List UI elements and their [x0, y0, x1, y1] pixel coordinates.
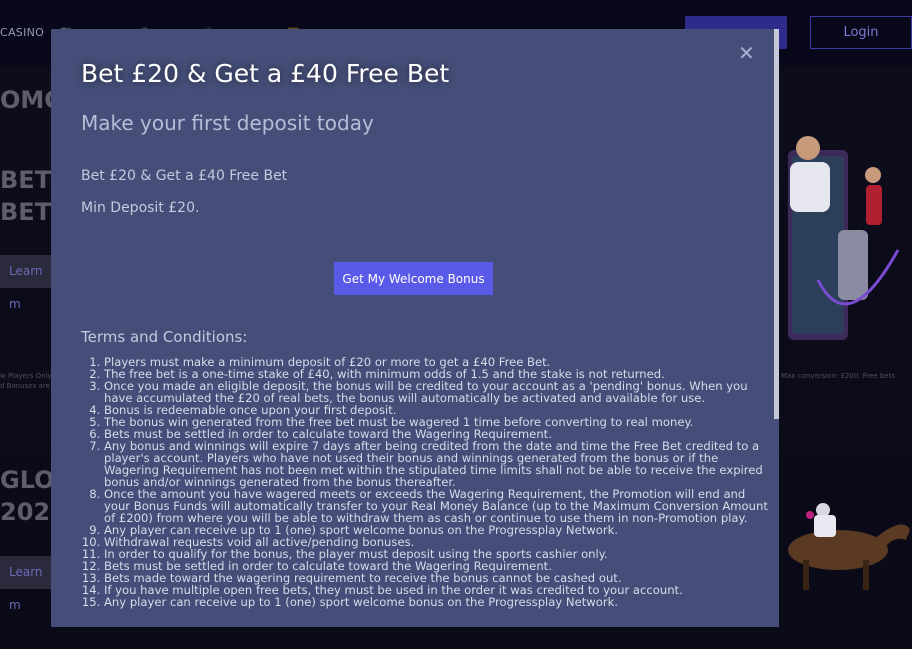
bg-small-text-right: Max conversion: £200. Free bets: [781, 372, 895, 380]
sports-promo-image: [788, 136, 900, 340]
modal-title: Bet £20 & Get a £40 Free Bet: [81, 59, 450, 88]
login-button[interactable]: Login: [810, 16, 912, 49]
bg-learn-more-button-1[interactable]: Learn m: [0, 255, 55, 311]
close-icon[interactable]: ✕: [738, 43, 755, 63]
terms-item: Once you made an eligible deposit, the b…: [104, 380, 772, 404]
bg-small-text-1: w Players Only.: [0, 372, 53, 380]
welcome-bonus-modal: ✕ Bet £20 & Get a £40 Free Bet Make your…: [51, 29, 779, 627]
terms-list: Players must make a minimum deposit of £…: [81, 356, 772, 608]
terms-heading: Terms and Conditions:: [81, 328, 248, 346]
horse-racing-image: [788, 503, 910, 590]
modal-subtitle: Make your first deposit today: [81, 111, 374, 135]
get-welcome-bonus-button[interactable]: Get My Welcome Bonus: [334, 262, 493, 295]
offer-description: Bet £20 & Get a £40 Free Bet: [81, 168, 288, 184]
nav-casino-link[interactable]: CASINO: [0, 26, 44, 39]
terms-item: Once the amount you have wagered meets o…: [104, 488, 772, 524]
bg-bet-heading-2: BET: [0, 198, 52, 226]
terms-item: Any bonus and winnings will expire 7 day…: [104, 440, 772, 488]
modal-scrollbar[interactable]: [774, 29, 779, 419]
bg-learn-more-button-2[interactable]: Learn m: [0, 556, 55, 612]
bg-small-text-2: d Bonuses are: [0, 382, 50, 390]
min-deposit-text: Min Deposit £20.: [81, 200, 200, 216]
terms-item: Any player can receive up to 1 (one) spo…: [104, 596, 772, 608]
